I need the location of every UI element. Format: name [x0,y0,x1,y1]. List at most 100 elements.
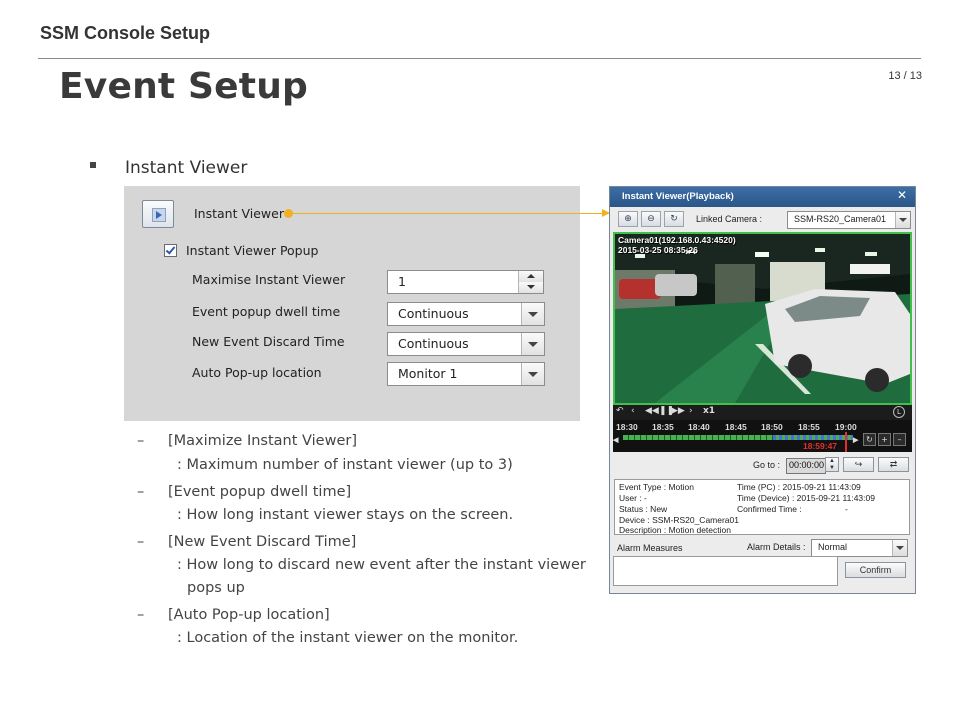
window-title: Instant Viewer(Playback) [622,191,734,202]
goto-spin-icon[interactable]: ▲ ▼ [825,457,839,472]
stepper-value: 1 [398,274,406,289]
description-title: [Auto Pop-up location] [168,607,330,623]
settings-title: Instant Viewer [194,206,284,221]
event-popup-dwell-time-select[interactable]: Continuous [387,302,545,326]
timeline-tick: 18:35 [652,422,674,432]
list-dash: – [137,607,145,623]
timeline-cursor[interactable] [845,432,847,452]
list-dash: – [137,534,145,550]
new-event-discard-time-select[interactable]: Continuous [387,332,545,356]
timeline-tick: 19:00 [835,422,857,432]
description-title: [Maximize Instant Viewer] [168,433,357,449]
zoom-in-icon[interactable]: ⊕ [618,211,638,227]
timeline-current-time: 18:59:47 [803,441,838,451]
select-value: SSM-RS20_Camera01 [794,214,887,224]
chevron-down-icon[interactable] [521,303,544,325]
stepper-buttons[interactable] [518,271,543,293]
event-time-pc: Time (PC) : 2015-09-21 11:43:09 [737,482,861,492]
event-user: User : - [619,493,647,503]
playback-timeline[interactable]: 18:30 18:35 18:40 18:45 18:50 18:55 19:0… [613,420,912,452]
event-info-panel: Event Type : Motion User : - Status : Ne… [614,479,910,535]
confirmed-time-value: - [845,504,848,514]
timeline-zoom-out-icon[interactable]: – [893,433,906,446]
timeline-refresh-icon[interactable]: ↻ [863,433,876,446]
alarm-details-label: Alarm Details : [747,542,806,552]
description-text: pops up [187,580,245,596]
event-time-device: Time (Device) : 2015-09-21 11:43:09 [737,493,875,503]
refresh-icon[interactable]: ↻ [664,211,684,227]
goto-time-value: 00:00:00 [789,460,825,470]
instant-viewer-window: Instant Viewer(Playback) ✕ ⊕ ⊖ ↻ Linked … [609,186,916,594]
stepper-down-icon[interactable] [519,282,543,293]
linked-camera-select[interactable]: SSM-RS20_Camera01 [787,211,911,229]
camera-osd-timestamp: 2015-03-25 08:35:26 [618,245,698,255]
select-value: Monitor 1 [398,366,458,381]
rewind-icon[interactable]: ◀◀ [645,406,659,416]
auto-popup-location-select[interactable]: Monitor 1 [387,362,545,386]
maximise-instant-viewer-stepper[interactable]: 1 [387,270,544,294]
instant-viewer-icon [142,200,174,228]
sync-icon[interactable]: ⇄ [878,457,909,472]
list-dash: – [137,433,145,449]
timeline-tick: 18:40 [688,422,710,432]
page-number: 13 / 13 [888,70,922,82]
camera-osd-name: Camera01(192.168.0.43:4520) [618,235,736,245]
confirm-button[interactable]: Confirm [845,562,906,578]
description-title: [Event popup dwell time] [168,484,352,500]
camera-video-feed[interactable]: Camera01(192.168.0.43:4520) 2015-03-25 0… [613,232,912,405]
playback-controls: ↶ ‹ ◀◀ ❚❚ ▶▶ › x1 L [613,405,912,420]
alarm-measures-textarea[interactable] [613,556,838,586]
chevron-down-icon[interactable] [892,540,907,556]
event-popup-dwell-time-label: Event popup dwell time [192,304,341,319]
window-title-bar: Instant Viewer(Playback) ✕ [610,187,915,207]
linked-camera-label: Linked Camera : [696,214,763,224]
undo-icon[interactable]: ↶ [616,406,624,416]
select-value: Continuous [398,306,469,321]
auto-popup-location-label: Auto Pop-up location [192,365,322,380]
timeline-tick: 18:30 [616,422,638,432]
goto-time-input[interactable]: 00:00:00 [786,458,826,474]
alarm-measures-label: Alarm Measures [617,543,683,553]
prev-frame-icon[interactable]: ‹ [631,406,635,416]
instant-viewer-settings-panel: Instant Viewer Instant Viewer Popup Maxi… [124,186,580,421]
chevron-down-icon[interactable] [521,363,544,385]
confirmed-time-label: Confirmed Time : [737,504,802,514]
new-event-discard-time-label: New Event Discard Time [192,334,345,349]
maximise-instant-viewer-label: Maximise Instant Viewer [192,272,346,287]
timeline-zoom-in-icon[interactable]: + [878,433,891,446]
description-text: : Location of the instant viewer on the … [177,630,519,646]
chevron-down-icon[interactable] [521,333,544,355]
fast-forward-icon[interactable]: ▶▶ [671,406,685,416]
timeline-right-arrow-icon[interactable]: ▶ [853,436,858,444]
event-description: Description : Motion detection [619,525,731,535]
document-section-title: SSM Console Setup [40,23,211,43]
bullet-marker [90,162,96,168]
alarm-details-select[interactable]: Normal [811,539,908,557]
description-text: : How long to discard new event after th… [177,557,586,573]
description-text: : How long instant viewer stays on the s… [177,507,514,523]
event-status: Status : New [619,504,668,514]
page-title: Event Setup [59,66,308,107]
camera-osd: Camera01(192.168.0.43:4520) 2015-03-25 0… [618,235,736,255]
description-text: : Maximum number of instant viewer (up t… [177,457,513,473]
timeline-tick: 18:50 [761,422,783,432]
timeline-left-arrow-icon[interactable]: ◀ [613,436,618,444]
timeline-tick: 18:45 [725,422,747,432]
callout-dot [284,209,293,218]
description-title: [New Event Discard Time] [168,534,357,550]
goto-label: Go to : [753,460,781,470]
header-divider [38,58,921,59]
callout-connector-line [288,213,610,214]
live-badge-icon[interactable]: L [893,406,905,418]
timeline-tick: 18:55 [798,422,820,432]
section-label: Instant Viewer [125,158,248,178]
close-icon[interactable]: ✕ [897,188,907,202]
goto-jump-icon[interactable]: ↪ [843,457,874,472]
next-frame-icon[interactable]: › [689,406,693,416]
parking-garage-image [615,234,910,403]
event-recording-bar [773,435,853,440]
zoom-out-icon[interactable]: ⊖ [641,211,661,227]
event-device: Device : SSM-RS20_Camera01 [619,515,739,525]
chevron-down-icon[interactable] [895,212,910,228]
instant-viewer-popup-checkbox[interactable] [164,244,177,257]
